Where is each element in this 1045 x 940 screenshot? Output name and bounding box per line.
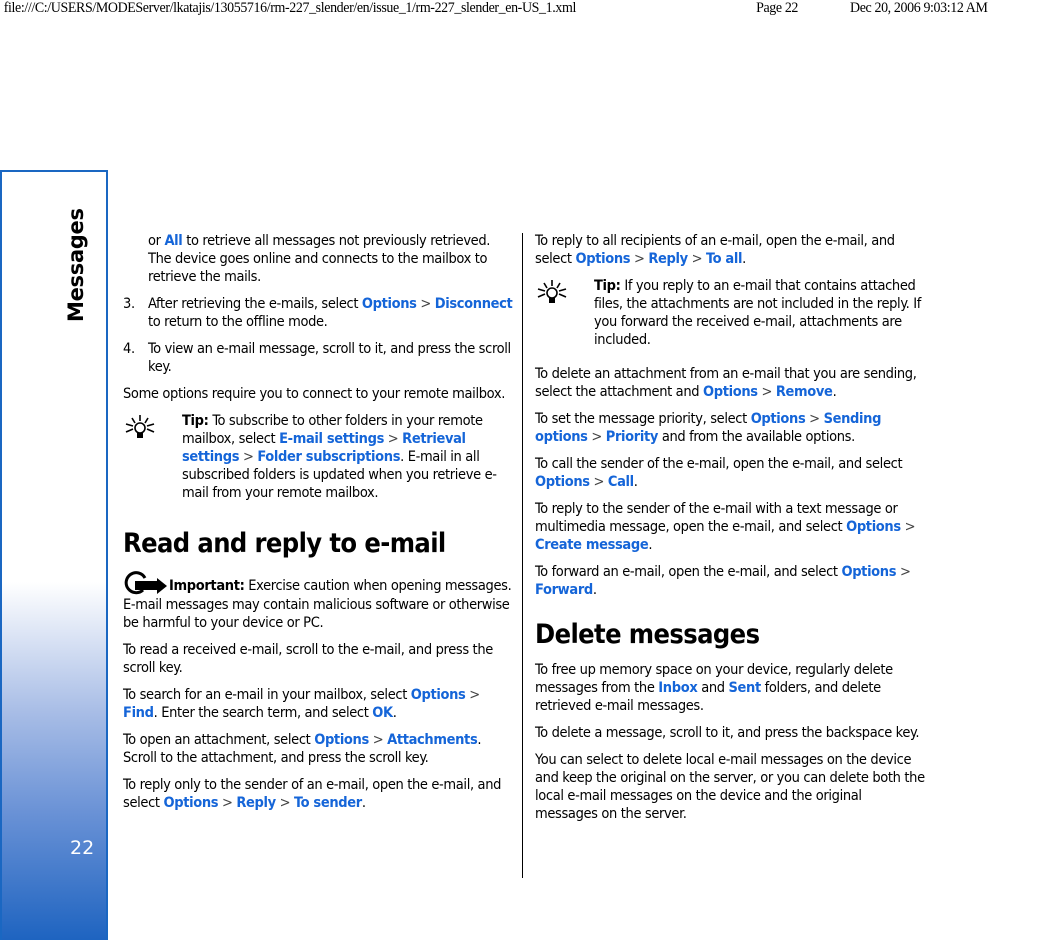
link-reply[interactable]: Reply: [648, 251, 688, 267]
lightbulb-icon: [125, 415, 155, 438]
link-sent[interactable]: Sent: [729, 680, 762, 696]
link-forward[interactable]: Forward: [535, 582, 593, 598]
page-number: 22: [70, 837, 95, 859]
call-paragraph: To call the sender of the e-mail, open t…: [535, 456, 903, 490]
list-item-4: 4. To view an e-mail message, scroll to …: [123, 341, 511, 375]
important-icon: [124, 571, 167, 595]
link-options[interactable]: Options: [411, 687, 466, 703]
continued-paragraph: or All to retrieve all messages not prev…: [148, 233, 491, 285]
reply-all-paragraph: To reply to all recipients of an e-mail,…: [535, 233, 895, 267]
chapter-sidebar: Messages 22: [0, 170, 108, 940]
link-all[interactable]: All: [164, 233, 182, 249]
create-message-paragraph: To reply to the sender of the e-mail wit…: [535, 501, 916, 553]
link-reply[interactable]: Reply: [236, 795, 276, 811]
list-item-3: 3. After retrieving the e-mails, select …: [123, 296, 513, 330]
reply-sender-paragraph: To reply only to the sender of an e-mail…: [123, 777, 502, 811]
link-options[interactable]: Options: [703, 384, 758, 400]
link-remove[interactable]: Remove: [776, 384, 833, 400]
forward-paragraph: To forward an e-mail, open the e-mail, a…: [535, 564, 911, 598]
heading-read-reply: Read and reply to e-mail: [123, 528, 446, 559]
remote-paragraph: Some options require you to connect to y…: [123, 386, 505, 402]
link-options[interactable]: Options: [362, 296, 417, 312]
lightbulb-icon: [537, 280, 567, 303]
remove-attachment-paragraph: To delete an attachment from an e-mail t…: [535, 366, 917, 400]
link-options[interactable]: Options: [841, 564, 896, 580]
print-header: file:///C:/USERS/MODEServer/lkatajis/130…: [0, 0, 988, 22]
column-divider: [522, 233, 523, 878]
tip-block: Tip: To subscribe to other folders in yo…: [123, 412, 515, 502]
link-folder-subscriptions[interactable]: Folder subscriptions: [257, 449, 400, 465]
link-options[interactable]: Options: [846, 519, 901, 535]
page-label: Page 22: [756, 0, 799, 16]
link-priority[interactable]: Priority: [606, 429, 659, 445]
file-url: file:///C:/USERS/MODEServer/lkatajis/130…: [3, 0, 577, 16]
link-email-settings[interactable]: E-mail settings: [279, 431, 384, 447]
delete-paragraph: To delete a message, scroll to it, and p…: [535, 725, 920, 741]
attachment-paragraph: To open an attachment, select Options > …: [123, 732, 482, 766]
link-options[interactable]: Options: [314, 732, 369, 748]
link-create-message[interactable]: Create message: [535, 537, 649, 553]
link-options[interactable]: Options: [163, 795, 218, 811]
print-datetime: Dec 20, 2006 9:03:12 AM: [850, 0, 988, 16]
section-title: Messages: [64, 208, 88, 322]
link-disconnect[interactable]: Disconnect: [435, 296, 513, 312]
tip-block: Tip: If you reply to an e-mail that cont…: [535, 277, 927, 349]
link-attachments[interactable]: Attachments: [387, 732, 478, 748]
local-delete-paragraph: You can select to delete local e-mail me…: [535, 752, 925, 822]
free-memory-paragraph: To free up memory space on your device, …: [535, 662, 893, 714]
right-column: To reply to all recipients of an e-mail,…: [535, 232, 927, 832]
important-note: Important: Exercise caution when opening…: [123, 570, 515, 632]
link-to-all[interactable]: To all: [706, 251, 742, 267]
read-paragraph: To read a received e-mail, scroll to the…: [123, 642, 493, 676]
priority-paragraph: To set the message priority, select Opti…: [535, 411, 882, 445]
link-inbox[interactable]: Inbox: [658, 680, 697, 696]
link-ok[interactable]: OK: [372, 705, 393, 721]
link-to-sender[interactable]: To sender: [294, 795, 362, 811]
link-call[interactable]: Call: [608, 474, 634, 490]
left-column: or All to retrieve all messages not prev…: [123, 232, 515, 821]
search-paragraph: To search for an e-mail in your mailbox,…: [123, 687, 480, 721]
link-options[interactable]: Options: [575, 251, 630, 267]
link-find[interactable]: Find: [123, 705, 154, 721]
heading-delete-messages: Delete messages: [535, 619, 760, 650]
link-options[interactable]: Options: [751, 411, 806, 427]
link-options[interactable]: Options: [535, 474, 590, 490]
